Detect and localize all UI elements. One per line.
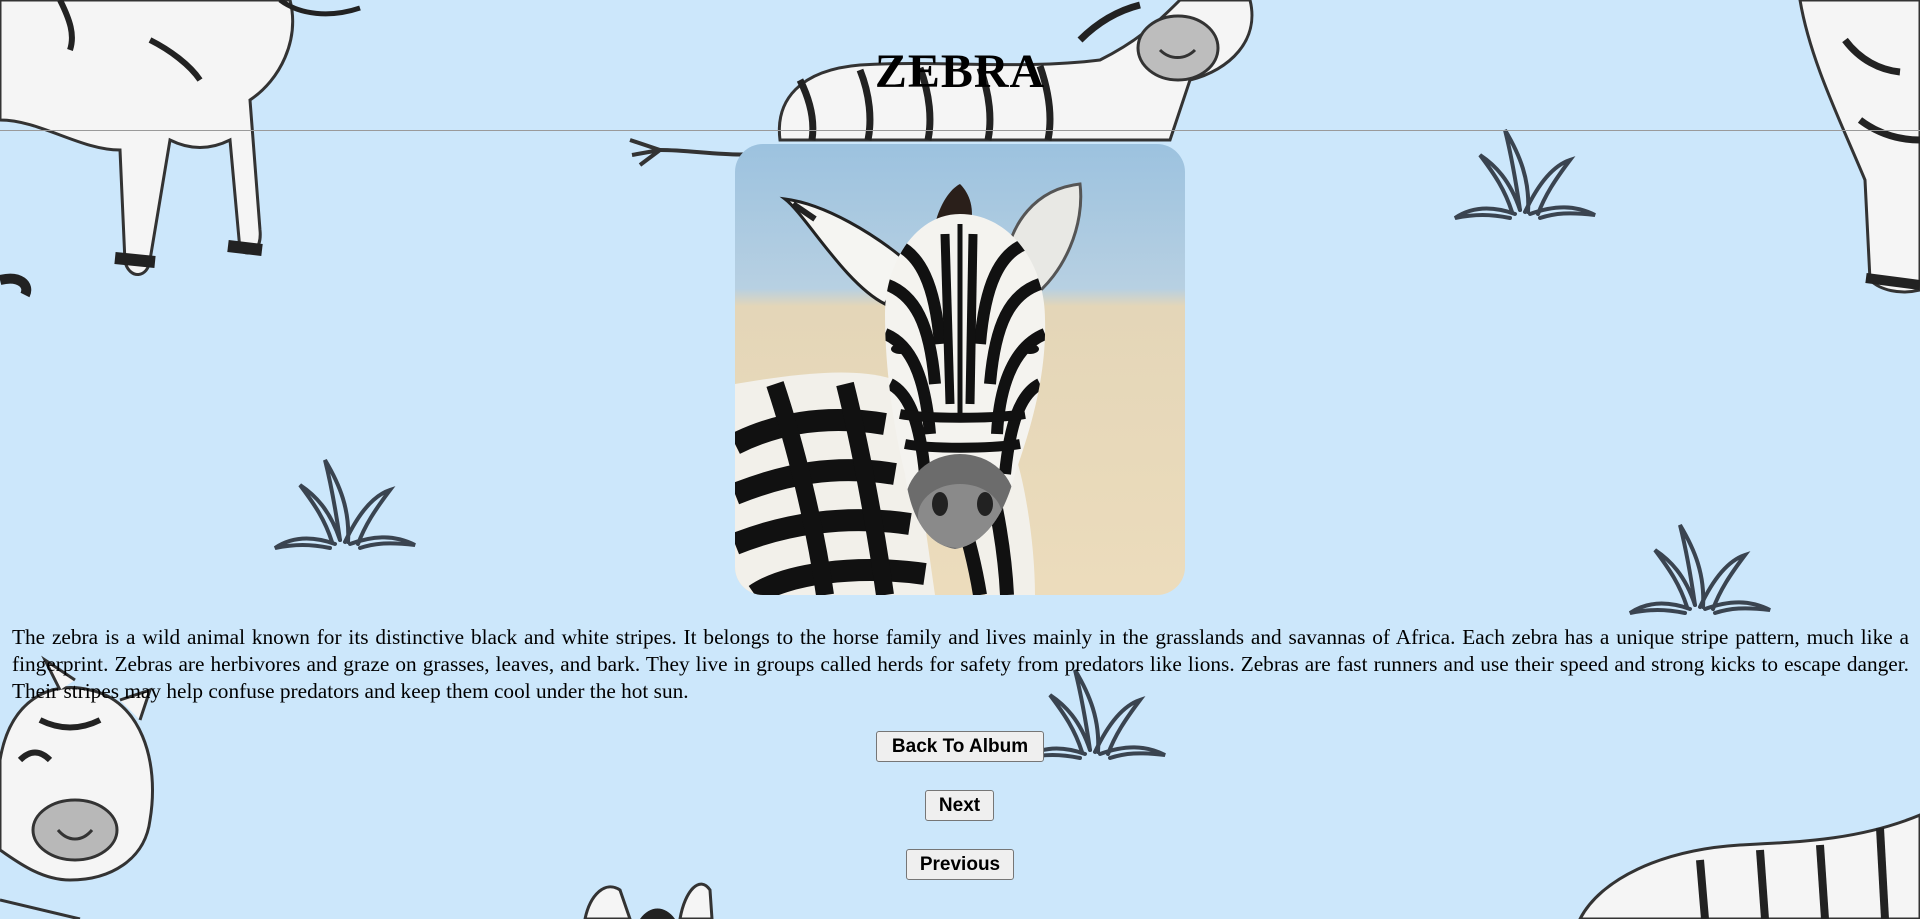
zebra-photo-image — [735, 144, 1185, 595]
zebra-photo — [735, 144, 1185, 595]
previous-button[interactable]: Previous — [906, 849, 1014, 880]
animal-description: The zebra is a wild animal known for its… — [12, 625, 1909, 703]
back-to-album-button[interactable]: Back To Album — [876, 731, 1044, 762]
page-title: ZEBRA — [874, 45, 1046, 98]
next-button[interactable]: Next — [925, 790, 994, 821]
title-divider — [0, 130, 1920, 131]
page: ZEBRA The zebra is a wild animal known f… — [0, 0, 1920, 919]
